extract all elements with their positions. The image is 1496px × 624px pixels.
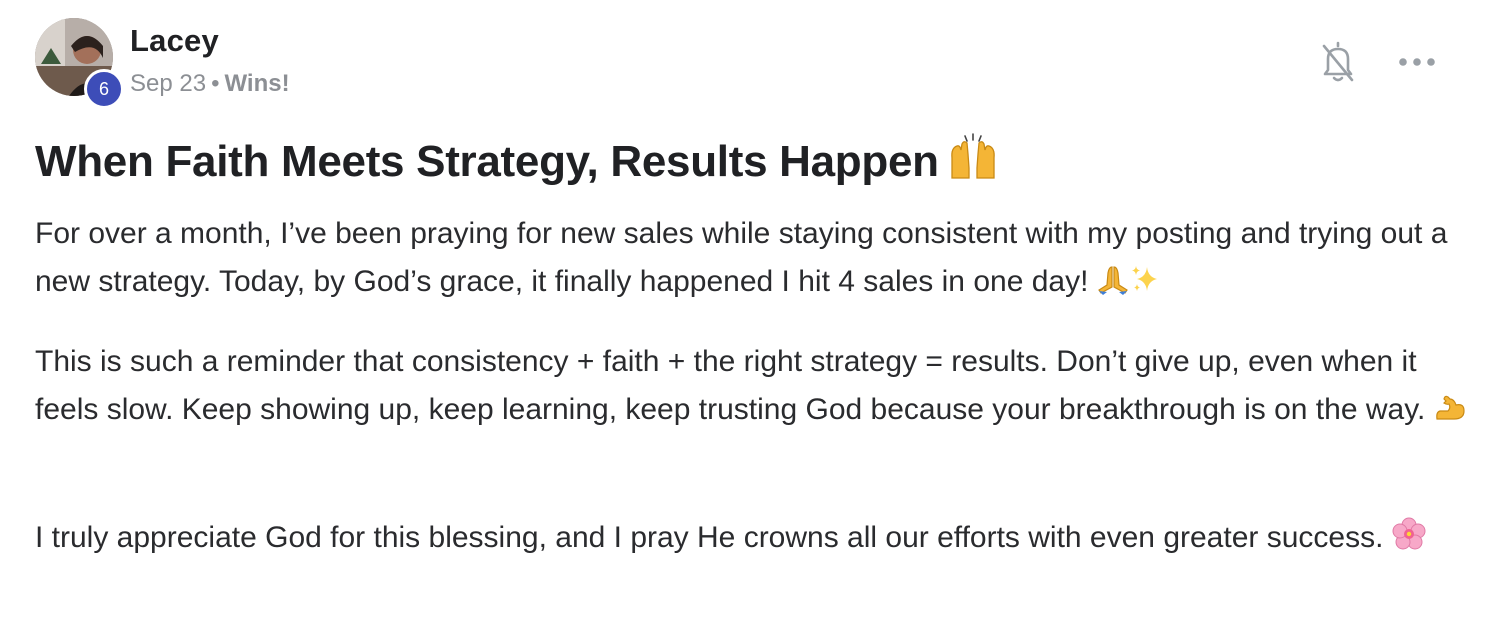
meta-separator: • <box>211 70 220 97</box>
flexed-biceps-icon <box>1434 390 1468 438</box>
post-title: When Faith Meets Strategy, Results Happe… <box>35 132 1455 191</box>
post-paragraph-1: For over a month, I’ve been praying for … <box>35 210 1475 310</box>
post-date[interactable]: Sep 23 <box>130 70 206 97</box>
cherry-blossom-icon <box>1392 517 1426 566</box>
raising-hands-icon <box>947 132 999 191</box>
post-card: 6 Lacey Sep 23 • Wins! When Faith Meets St… <box>0 0 1496 624</box>
post-title-text: When Faith Meets Strategy, Results Happe… <box>35 137 939 186</box>
post-paragraph-2: This is such a reminder that consistency… <box>35 338 1475 438</box>
folded-hands-icon <box>1097 262 1129 310</box>
sparkles-icon <box>1129 262 1161 310</box>
post-paragraph-3: I truly appreciate God for this blessing… <box>35 514 1475 566</box>
post-paragraph-1-text: For over a month, I’ve been praying for … <box>35 217 1448 298</box>
more-horizontal-icon[interactable] <box>1396 50 1438 74</box>
bell-off-icon[interactable] <box>1318 40 1358 84</box>
post-paragraph-3-text: I truly appreciate God for this blessing… <box>35 521 1384 554</box>
author-name[interactable]: Lacey <box>130 23 219 59</box>
post-meta: Sep 23 • Wins! <box>130 70 290 98</box>
level-badge: 6 <box>84 69 124 109</box>
post-paragraph-2-text: This is such a reminder that consistency… <box>35 345 1426 426</box>
post-category[interactable]: Wins! <box>224 70 289 97</box>
